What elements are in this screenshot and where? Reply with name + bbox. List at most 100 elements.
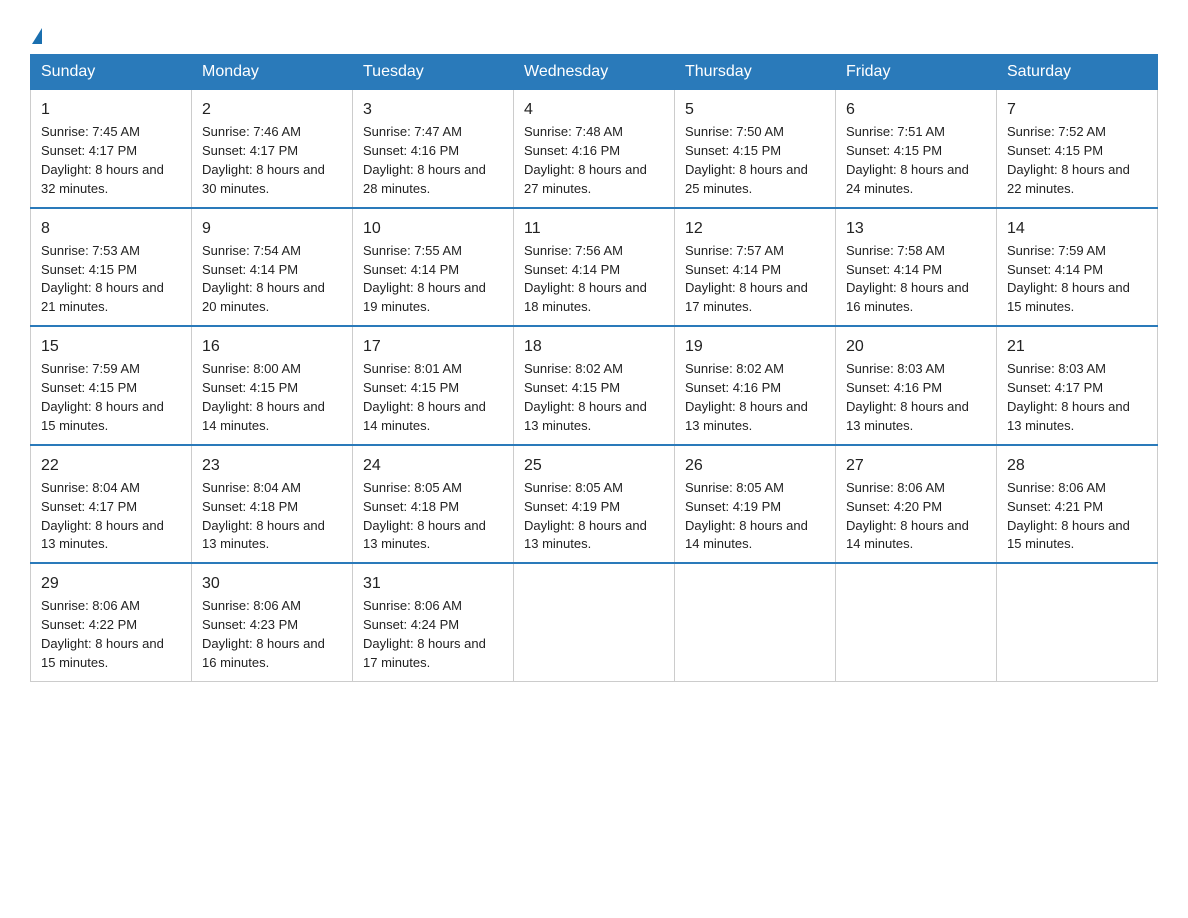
calendar-cell: 23Sunrise: 8:04 AMSunset: 4:18 PMDayligh… [192, 445, 353, 564]
sunrise-text: Sunrise: 7:47 AM [363, 124, 462, 139]
calendar-cell: 20 Sunrise: 8:03 AM Sunset: 4:16 PM Dayligh… [836, 326, 997, 445]
daylight-text: Daylight: 8 hours and 13 minutes. [1007, 399, 1130, 433]
logo [30, 24, 44, 40]
calendar-cell: 2Sunrise: 7:46 AMSunset: 4:17 PMDaylight… [192, 90, 353, 208]
calendar-cell: 25Sunrise: 8:05 AMSunset: 4:19 PMDayligh… [514, 445, 675, 564]
sunrise-text: Sunrise: 7:51 AM [846, 124, 945, 139]
sunset-text: Sunset: 4:15 PM [685, 143, 781, 158]
day-number: 4 [524, 98, 664, 121]
day-number: 20 [846, 335, 986, 358]
daylight-text: Daylight: 8 hours and 13 minutes. [846, 399, 969, 433]
calendar-cell: 31Sunrise: 8:06 AMSunset: 4:24 PMDayligh… [353, 563, 514, 681]
day-number: 15 [41, 335, 181, 358]
sunrise-text: Sunrise: 8:06 AM [1007, 480, 1106, 495]
day-number: 26 [685, 454, 825, 477]
daylight-text: Daylight: 8 hours and 14 minutes. [363, 399, 486, 433]
day-number: 27 [846, 454, 986, 477]
sunset-text: Sunset: 4:24 PM [363, 617, 459, 632]
calendar-cell: 12Sunrise: 7:57 AMSunset: 4:14 PMDayligh… [675, 208, 836, 327]
day-number: 28 [1007, 454, 1147, 477]
day-number: 13 [846, 217, 986, 240]
calendar-cell: 30Sunrise: 8:06 AMSunset: 4:23 PMDayligh… [192, 563, 353, 681]
sunset-text: Sunset: 4:16 PM [846, 380, 942, 395]
sunrise-text: Sunrise: 8:05 AM [685, 480, 784, 495]
daylight-text: Daylight: 8 hours and 14 minutes. [685, 518, 808, 552]
daylight-text: Daylight: 8 hours and 19 minutes. [363, 280, 486, 314]
sunset-text: Sunset: 4:17 PM [202, 143, 298, 158]
sunrise-text: Sunrise: 8:06 AM [363, 598, 462, 613]
calendar-cell: 6Sunrise: 7:51 AMSunset: 4:15 PMDaylight… [836, 90, 997, 208]
sunrise-text: Sunrise: 7:56 AM [524, 243, 623, 258]
sunrise-text: Sunrise: 8:03 AM [846, 361, 945, 376]
daylight-text: Daylight: 8 hours and 25 minutes. [685, 162, 808, 196]
sunrise-text: Sunrise: 7:58 AM [846, 243, 945, 258]
sunrise-text: Sunrise: 7:59 AM [1007, 243, 1106, 258]
sunset-text: Sunset: 4:15 PM [41, 262, 137, 277]
sunrise-text: Sunrise: 7:59 AM [41, 361, 140, 376]
calendar-cell: 11Sunrise: 7:56 AMSunset: 4:14 PMDayligh… [514, 208, 675, 327]
calendar-cell: 3 Sunrise: 7:47 AM Sunset: 4:16 PM Daylight… [353, 90, 514, 208]
day-number: 10 [363, 217, 503, 240]
calendar-cell [997, 563, 1158, 681]
calendar-cell: 7Sunrise: 7:52 AMSunset: 4:15 PMDaylight… [997, 90, 1158, 208]
day-number: 30 [202, 572, 342, 595]
sunrise-text: Sunrise: 8:02 AM [685, 361, 784, 376]
calendar-cell: 14 Sunrise: 7:59 AM Sunset: 4:14 PM Dayligh… [997, 208, 1158, 327]
sunrise-text: Sunrise: 8:06 AM [41, 598, 140, 613]
sunset-text: Sunset: 4:20 PM [846, 499, 942, 514]
sunset-text: Sunset: 4:22 PM [41, 617, 137, 632]
col-header-wednesday: Wednesday [514, 55, 675, 90]
daylight-text: Daylight: 8 hours and 15 minutes. [1007, 518, 1130, 552]
daylight-text: Daylight: 8 hours and 13 minutes. [524, 518, 647, 552]
sunrise-text: Sunrise: 8:05 AM [363, 480, 462, 495]
sunrise-text: Sunrise: 7:46 AM [202, 124, 301, 139]
day-number: 24 [363, 454, 503, 477]
calendar-cell: 19Sunrise: 8:02 AMSunset: 4:16 PMDayligh… [675, 326, 836, 445]
calendar-week-3: 15Sunrise: 7:59 AMSunset: 4:15 PMDayligh… [31, 326, 1158, 445]
col-header-friday: Friday [836, 55, 997, 90]
calendar-cell: 29Sunrise: 8:06 AMSunset: 4:22 PMDayligh… [31, 563, 192, 681]
daylight-text: Daylight: 8 hours and 15 minutes. [1007, 280, 1130, 314]
sunset-text: Sunset: 4:19 PM [685, 499, 781, 514]
day-number: 5 [685, 98, 825, 121]
day-number: 21 [1007, 335, 1147, 358]
calendar-cell: 1Sunrise: 7:45 AMSunset: 4:17 PMDaylight… [31, 90, 192, 208]
sunset-text: Sunset: 4:14 PM [1007, 262, 1103, 277]
daylight-text: Daylight: 8 hours and 13 minutes. [202, 518, 325, 552]
daylight-text: Daylight: 8 hours and 16 minutes. [846, 280, 969, 314]
calendar-week-5: 29Sunrise: 8:06 AMSunset: 4:22 PMDayligh… [31, 563, 1158, 681]
header-row: SundayMondayTuesdayWednesdayThursdayFrid… [31, 55, 1158, 90]
sunset-text: Sunset: 4:15 PM [846, 143, 942, 158]
sunrise-text: Sunrise: 8:05 AM [524, 480, 623, 495]
sunset-text: Sunset: 4:16 PM [363, 143, 459, 158]
sunset-text: Sunset: 4:16 PM [685, 380, 781, 395]
daylight-text: Daylight: 8 hours and 28 minutes. [363, 162, 486, 196]
sunrise-text: Sunrise: 8:04 AM [41, 480, 140, 495]
sunset-text: Sunset: 4:21 PM [1007, 499, 1103, 514]
daylight-text: Daylight: 8 hours and 22 minutes. [1007, 162, 1130, 196]
col-header-tuesday: Tuesday [353, 55, 514, 90]
calendar-cell: 18Sunrise: 8:02 AMSunset: 4:15 PMDayligh… [514, 326, 675, 445]
day-number: 29 [41, 572, 181, 595]
sunrise-text: Sunrise: 8:06 AM [202, 598, 301, 613]
sunrise-text: Sunrise: 7:45 AM [41, 124, 140, 139]
sunrise-text: Sunrise: 8:06 AM [846, 480, 945, 495]
daylight-text: Daylight: 8 hours and 18 minutes. [524, 280, 647, 314]
sunrise-text: Sunrise: 7:48 AM [524, 124, 623, 139]
calendar-cell: 28 Sunrise: 8:06 AM Sunset: 4:21 PM Dayligh… [997, 445, 1158, 564]
daylight-text: Daylight: 8 hours and 32 minutes. [41, 162, 164, 196]
day-number: 3 [363, 98, 503, 121]
day-number: 14 [1007, 217, 1147, 240]
calendar-week-4: 22Sunrise: 8:04 AMSunset: 4:17 PMDayligh… [31, 445, 1158, 564]
daylight-text: Daylight: 8 hours and 13 minutes. [685, 399, 808, 433]
day-number: 9 [202, 217, 342, 240]
sunrise-text: Sunrise: 8:02 AM [524, 361, 623, 376]
daylight-text: Daylight: 8 hours and 13 minutes. [41, 518, 164, 552]
sunset-text: Sunset: 4:18 PM [363, 499, 459, 514]
sunset-text: Sunset: 4:14 PM [685, 262, 781, 277]
col-header-thursday: Thursday [675, 55, 836, 90]
day-number: 23 [202, 454, 342, 477]
daylight-text: Daylight: 8 hours and 27 minutes. [524, 162, 647, 196]
sunset-text: Sunset: 4:14 PM [202, 262, 298, 277]
day-number: 22 [41, 454, 181, 477]
